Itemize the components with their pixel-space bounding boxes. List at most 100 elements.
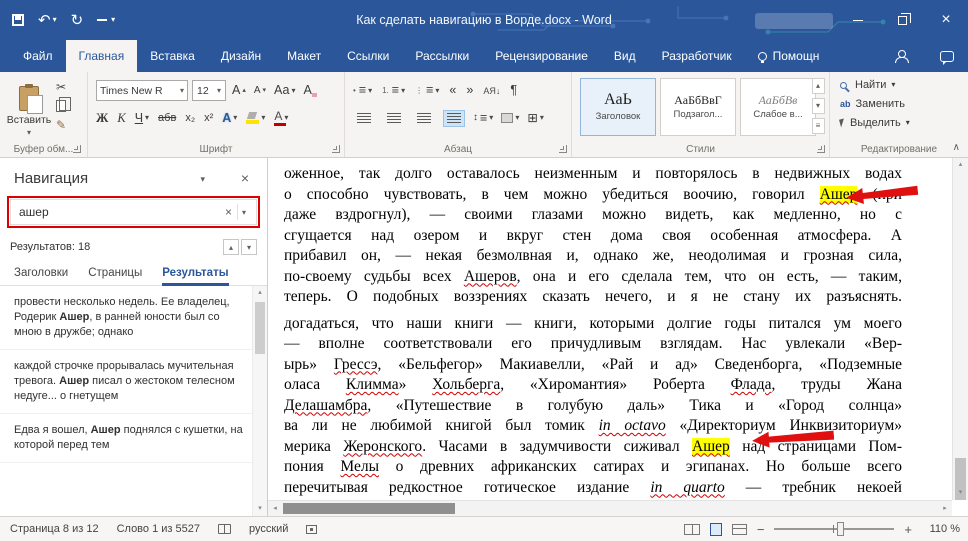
close-button[interactable]: × (924, 0, 968, 40)
scroll-up-icon[interactable]: ▴ (953, 158, 968, 172)
clear-search-icon[interactable]: × (220, 205, 237, 219)
line-spacing-button[interactable]: ↕ ≡ ▾ (473, 112, 493, 125)
collapse-ribbon-button[interactable]: ∧ (953, 142, 960, 153)
scroll-up-icon[interactable]: ▴ (253, 286, 267, 300)
search-result-item[interactable]: Едва я вошел, Ашер поднялся с кушетки, н… (0, 414, 252, 463)
find-button[interactable]: Найти ▾ (840, 79, 910, 91)
print-layout-button[interactable] (709, 522, 722, 536)
zoom-handle[interactable] (837, 522, 845, 536)
proofing-icon[interactable] (217, 524, 231, 534)
bold-button[interactable]: Ж (96, 112, 108, 125)
sort-button[interactable]: АЯ↓ (483, 84, 500, 98)
paste-button[interactable]: Вставить ▾ (6, 78, 52, 144)
superscript-button[interactable]: х² (204, 112, 213, 124)
align-left-button[interactable] (353, 110, 375, 127)
tab-Вставка[interactable]: Вставка (137, 40, 208, 72)
word-count[interactable]: Слово 1 из 5527 (117, 523, 200, 535)
font-dialog-launcher[interactable] (332, 145, 340, 153)
document-line[interactable]: сгущается над озером и вкруг стен дома с… (284, 226, 902, 247)
zoom-slider[interactable] (774, 522, 895, 536)
document-line[interactable]: мерика Жеронского. Часами в задумчивости… (284, 437, 902, 458)
document-line[interactable]: перечитывая редкостное готическое издани… (284, 478, 902, 499)
restore-button[interactable] (880, 0, 924, 40)
results-scrollbar[interactable]: ▴ ▾ (252, 286, 267, 516)
styles-up-button[interactable]: ▴ (811, 78, 825, 94)
replace-button[interactable]: ab Заменить (840, 98, 910, 110)
text-highlight-button[interactable]: ▾ (246, 112, 265, 124)
tab-Ссылки[interactable]: Ссылки (334, 40, 402, 72)
document-line[interactable]: оласа Климма» Хольберга, «Хиромантия» Ро… (284, 375, 902, 396)
italic-button[interactable]: К (117, 112, 125, 125)
align-center-button[interactable] (383, 110, 405, 127)
minimize-button[interactable] (836, 0, 880, 40)
align-right-button[interactable] (413, 110, 435, 127)
scroll-down-icon[interactable]: ▾ (253, 502, 267, 516)
document-line[interactable]: — вполне соответствовали его причудливым… (284, 334, 902, 355)
search-result-item[interactable]: провести несколько недель. Ее владелец, … (0, 286, 252, 350)
shrink-font-button[interactable]: А ▾ (254, 84, 266, 98)
nav-tab-Страницы[interactable]: Страницы (88, 262, 142, 286)
nav-tab-Результаты[interactable]: Результаты (162, 262, 229, 286)
document-line[interactable]: пония Мелы о древних африканских сатирах… (284, 457, 902, 478)
subscript-button[interactable]: х₂ (185, 112, 195, 124)
tab-Помощн[interactable]: Помощн (745, 40, 833, 72)
font-name-select[interactable]: Times New R ▾ (96, 80, 188, 101)
show-marks-button[interactable]: ¶ (510, 84, 517, 97)
font-size-select[interactable]: 12 ▾ (192, 80, 226, 101)
text-effects-button[interactable]: А ▾ (222, 112, 237, 125)
document-line[interactable]: оженное, так долго оставалось неизменным… (284, 164, 902, 185)
document-search-box[interactable]: × ▾ (10, 199, 257, 225)
grow-font-button[interactable]: А ▴ (232, 84, 246, 98)
multilevel-list-button[interactable]: ⋮ ≡ ▾ (415, 84, 439, 98)
zoom-level[interactable]: 110 % (922, 523, 960, 535)
style-heading[interactable]: АаЬ Заголовок (580, 78, 656, 136)
nav-tab-Заголовки[interactable]: Заголовки (14, 262, 68, 286)
search-options-dropdown[interactable]: ▾ (238, 208, 250, 217)
borders-button[interactable]: ⊞ ▾ (527, 112, 544, 125)
scroll-left-icon[interactable]: ◂ (268, 501, 282, 516)
tab-Дизайн[interactable]: Дизайн (208, 40, 274, 72)
web-layout-button[interactable] (731, 523, 747, 535)
document-line[interactable]: прибавил он, — некая безмолвная и, однак… (284, 246, 902, 267)
tab-Рассылки[interactable]: Рассылки (402, 40, 482, 72)
document-line[interactable]: ва ли не любимой книгой был томик in oct… (284, 416, 902, 437)
change-case-button[interactable]: Аа ▾ (274, 84, 295, 97)
font-color-button[interactable]: А ▾ (274, 110, 288, 126)
document-text[interactable]: оженное, так долго оставалось неизменным… (284, 164, 904, 498)
redo-button[interactable]: ↻ (71, 11, 84, 29)
increase-indent-button[interactable]: » (466, 84, 473, 97)
navigation-options-dropdown[interactable]: ▾ (200, 174, 205, 185)
vertical-scrollbar[interactable]: ▴ ▾ (952, 158, 968, 500)
document-line[interactable]: теперь. О подобных воззрениях сказать не… (284, 287, 902, 308)
sign-in-icon[interactable] (894, 49, 909, 63)
styles-down-button[interactable]: ▾ (811, 98, 825, 114)
scroll-down-icon[interactable]: ▾ (953, 486, 968, 500)
copy-button[interactable] (56, 97, 71, 112)
document-line[interactable]: даже вздрогнул), — своими глазами можно … (284, 205, 902, 226)
clear-formatting-button[interactable]: А (304, 84, 318, 97)
language-indicator[interactable]: русский (249, 523, 288, 535)
document-line[interactable]: Делашамбра, «Путешествие в голубую даль»… (284, 396, 902, 417)
tab-Вид[interactable]: Вид (601, 40, 649, 72)
page-indicator[interactable]: Страница 8 из 12 (10, 523, 99, 535)
document-line[interactable]: догадаться, что наши книги — книги, кото… (284, 314, 902, 335)
style-subheading[interactable]: АаБбВвГ Подзагол... (660, 78, 736, 136)
search-input[interactable] (17, 204, 220, 220)
save-button[interactable] (12, 14, 24, 26)
paragraph-dialog-launcher[interactable] (559, 145, 567, 153)
clipboard-dialog-launcher[interactable] (73, 145, 81, 153)
format-painter-button[interactable]: ✎ (56, 118, 66, 132)
navigation-close-button[interactable]: × (241, 170, 249, 186)
cut-button[interactable]: ✂ (56, 80, 66, 94)
next-result-button[interactable]: ▾ (241, 239, 257, 255)
decrease-indent-button[interactable]: « (449, 84, 456, 97)
numbering-button[interactable]: 1. ≡ ▾ (382, 84, 405, 98)
search-result-item[interactable]: каждой строчке прорывалась мучительная т… (0, 350, 252, 414)
scroll-right-icon[interactable]: ▸ (938, 501, 952, 516)
document-area[interactable]: оженное, так долго оставалось неизменным… (268, 158, 968, 516)
undo-button[interactable]: ↶ ▾ (38, 11, 57, 29)
tab-Главная[interactable]: Главная (65, 40, 138, 72)
tab-Рецензирование[interactable]: Рецензирование (482, 40, 601, 72)
styles-more-button[interactable]: ≡ (811, 118, 825, 134)
macro-record-icon[interactable] (306, 524, 318, 534)
